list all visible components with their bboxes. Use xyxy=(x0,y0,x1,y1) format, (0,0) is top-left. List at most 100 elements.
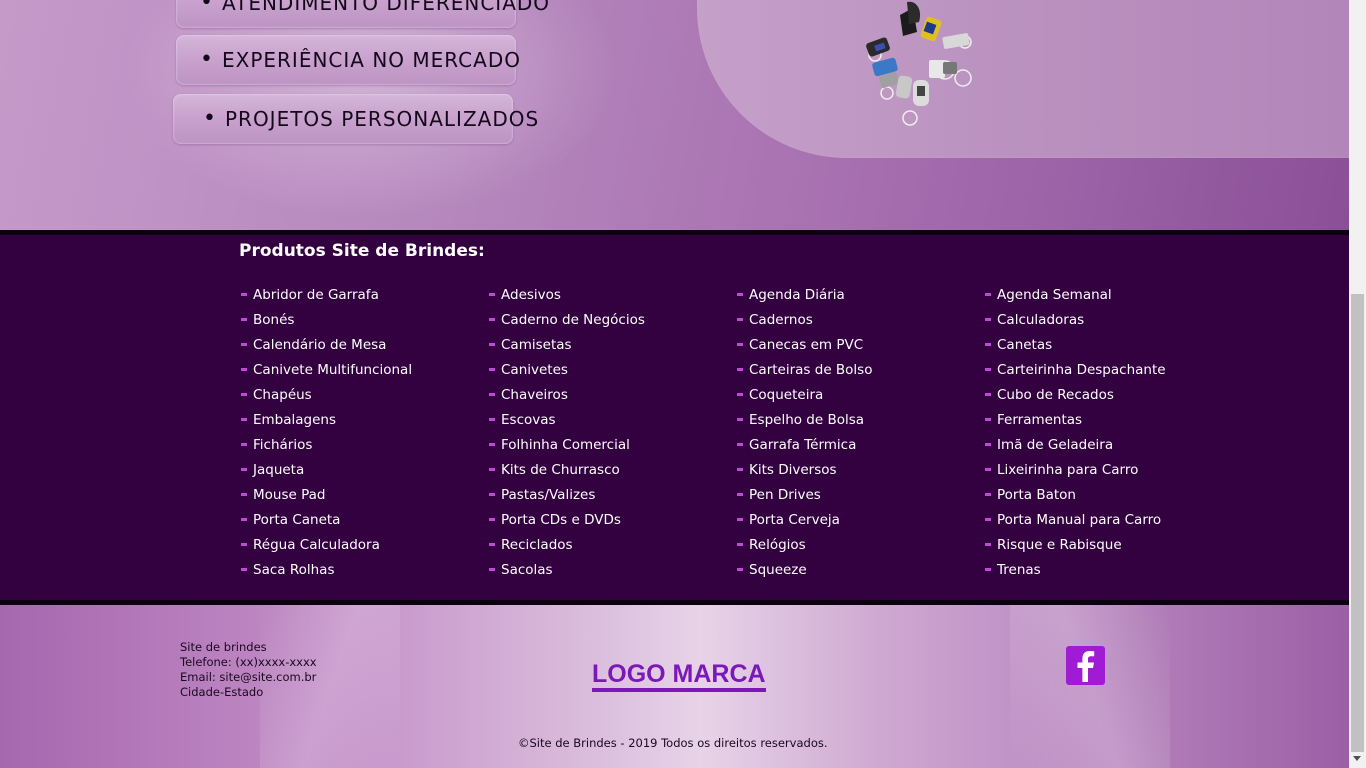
product-label: Fichários xyxy=(253,436,313,453)
bullet-marker xyxy=(489,293,495,296)
features-banner: • ATENDIMENTO DIFERENCIADO • EXPERIÊNCIA… xyxy=(0,0,1349,230)
product-link[interactable]: Calendário de Mesa xyxy=(241,332,489,357)
product-label: Caderno de Negócios xyxy=(501,311,645,328)
product-grid: Abridor de Garrafa Adesivos Agenda Diária A… xyxy=(241,282,1233,582)
bullet-marker xyxy=(737,568,743,571)
product-link[interactable]: Pen Drives xyxy=(737,482,985,507)
copyright-text: ©Site de Brindes - 2019 Todos os direito… xyxy=(518,736,828,750)
feature-pill-projetos: • PROJETOS PERSONALIZADOS xyxy=(173,94,538,144)
product-label: Porta Manual para Carro xyxy=(997,511,1162,528)
product-link[interactable]: Chapéus xyxy=(241,382,489,407)
product-label: Kits Diversos xyxy=(749,461,837,478)
product-label: Espelho de Bolsa xyxy=(749,411,865,428)
product-link[interactable]: Relógios xyxy=(737,532,985,557)
product-link[interactable]: Ferramentas xyxy=(985,407,1233,432)
bullet-marker xyxy=(737,468,743,471)
feature-label: EXPERIÊNCIA NO MERCADO xyxy=(221,48,521,72)
product-link[interactable]: Coqueteira xyxy=(737,382,985,407)
product-link[interactable]: Canetas xyxy=(985,332,1233,357)
product-link[interactable]: Caderno de Negócios xyxy=(489,307,737,332)
product-link[interactable]: Kits Diversos xyxy=(737,457,985,482)
product-link[interactable]: Saca Rolhas xyxy=(241,557,489,582)
logo-link[interactable]: LOGO MARCA xyxy=(592,660,766,692)
bullet-marker xyxy=(985,443,991,446)
product-link[interactable]: Canivete Multifuncional xyxy=(241,357,489,382)
product-link[interactable]: Cubo de Recados xyxy=(985,382,1233,407)
product-link[interactable]: Porta Baton xyxy=(985,482,1233,507)
scrollbar-thumb[interactable] xyxy=(1351,294,1364,752)
product-link[interactable]: Reciclados xyxy=(489,532,737,557)
product-link[interactable]: Lixeirinha para Carro xyxy=(985,457,1233,482)
product-link[interactable]: Trenas xyxy=(985,557,1233,582)
bullet-marker xyxy=(985,418,991,421)
product-label: Reciclados xyxy=(501,536,573,553)
product-label: Imã de Geladeira xyxy=(997,436,1114,453)
product-label: Carteiras de Bolso xyxy=(749,361,873,378)
vertical-scrollbar[interactable] xyxy=(1349,0,1366,768)
product-link[interactable]: Risque e Rabisque xyxy=(985,532,1233,557)
bullet-marker xyxy=(241,418,247,421)
product-link[interactable]: Sacolas xyxy=(489,557,737,582)
product-link[interactable]: Agenda Diária xyxy=(737,282,985,307)
product-label: Calculadoras xyxy=(997,311,1085,328)
bullet-marker xyxy=(985,543,991,546)
product-link[interactable]: Mouse Pad xyxy=(241,482,489,507)
product-link[interactable]: Carteiras de Bolso xyxy=(737,357,985,382)
product-label: Porta Cerveja xyxy=(749,511,840,528)
product-link[interactable]: Espelho de Bolsa xyxy=(737,407,985,432)
bullet-marker xyxy=(241,368,247,371)
bullet-marker xyxy=(985,568,991,571)
product-link[interactable]: Pastas/Valizes xyxy=(489,482,737,507)
product-link[interactable]: Canecas em PVC xyxy=(737,332,985,357)
product-label: Porta Baton xyxy=(997,486,1076,503)
bullet-marker xyxy=(985,293,991,296)
bullet-marker xyxy=(489,468,495,471)
footer-light-ray xyxy=(1010,605,1170,768)
product-link[interactable]: Agenda Semanal xyxy=(985,282,1233,307)
product-link[interactable]: Porta Cerveja xyxy=(737,507,985,532)
product-link[interactable]: Cadernos xyxy=(737,307,985,332)
bullet-dot: • xyxy=(200,0,214,15)
product-link[interactable]: Garrafa Térmica xyxy=(737,432,985,457)
product-link[interactable]: Régua Calculadora xyxy=(241,532,489,557)
bullet-marker xyxy=(737,518,743,521)
product-link[interactable]: Embalagens xyxy=(241,407,489,432)
product-label: Jaqueta xyxy=(253,461,305,478)
product-link[interactable]: Chaveiros xyxy=(489,382,737,407)
product-link[interactable]: Squeeze xyxy=(737,557,985,582)
product-link[interactable]: Imã de Geladeira xyxy=(985,432,1233,457)
product-link[interactable]: Porta CDs e DVDs xyxy=(489,507,737,532)
product-link[interactable]: Bonés xyxy=(241,307,489,332)
product-label: Ferramentas xyxy=(997,411,1083,428)
bullet-marker xyxy=(241,318,247,321)
product-link[interactable]: Calculadoras xyxy=(985,307,1233,332)
product-link[interactable]: Folhinha Comercial xyxy=(489,432,737,457)
product-link[interactable]: Camisetas xyxy=(489,332,737,357)
product-link[interactable]: Escovas xyxy=(489,407,737,432)
bullet-marker xyxy=(489,318,495,321)
contact-city: Cidade-Estado xyxy=(180,685,264,699)
product-link[interactable]: Porta Manual para Carro xyxy=(985,507,1233,532)
product-label: Adesivos xyxy=(501,286,561,303)
product-link[interactable]: Carteirinha Despachante xyxy=(985,357,1233,382)
bullet-marker xyxy=(737,318,743,321)
bullet-marker xyxy=(489,418,495,421)
product-label: Agenda Semanal xyxy=(997,286,1112,303)
product-label: Risque e Rabisque xyxy=(997,536,1122,553)
facebook-button[interactable] xyxy=(1066,646,1105,685)
product-link[interactable]: Canivetes xyxy=(489,357,737,382)
product-link[interactable]: Jaqueta xyxy=(241,457,489,482)
product-link[interactable]: Porta Caneta xyxy=(241,507,489,532)
scroll-down-arrow-icon[interactable] xyxy=(1353,756,1361,761)
product-label: Embalagens xyxy=(253,411,337,428)
product-link[interactable]: Abridor de Garrafa xyxy=(241,282,489,307)
bullet-dot: • xyxy=(203,106,217,131)
product-link[interactable]: Kits de Churrasco xyxy=(489,457,737,482)
bullet-marker xyxy=(489,368,495,371)
product-label: Pen Drives xyxy=(749,486,821,503)
product-link[interactable]: Fichários xyxy=(241,432,489,457)
product-label: Garrafa Térmica xyxy=(749,436,857,453)
product-label: Sacolas xyxy=(501,561,553,578)
product-label: Agenda Diária xyxy=(749,286,845,303)
product-link[interactable]: Adesivos xyxy=(489,282,737,307)
